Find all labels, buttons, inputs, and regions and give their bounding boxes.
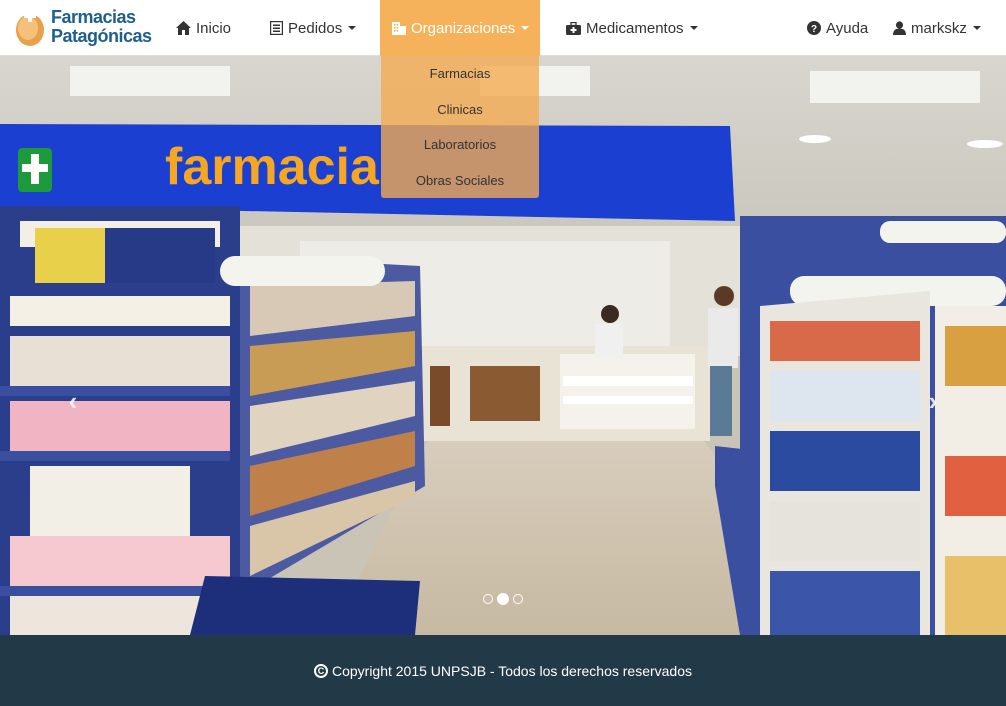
dropdown-item-clinicas[interactable]: Clinicas (381, 96, 539, 132)
nav-medicamentos[interactable]: Medicamentos (566, 0, 698, 56)
dropdown-item-obras-sociales[interactable]: Obras Sociales (381, 167, 539, 203)
svg-text:?: ? (811, 24, 817, 35)
carousel-indicator-3[interactable] (513, 594, 523, 604)
medkit-icon (566, 21, 581, 35)
nav-user-menu[interactable]: markskz (893, 0, 981, 56)
user-icon (893, 21, 906, 35)
chevron-left-icon[interactable]: ‹ (58, 386, 88, 417)
home-icon (176, 21, 191, 35)
brand-line-1: Farmacias (51, 7, 136, 27)
brand-line-2: Patagónicas (51, 26, 152, 46)
list-icon (270, 21, 283, 35)
caret-down-icon (689, 26, 698, 30)
nav-pedidos[interactable]: Pedidos (270, 0, 357, 56)
caret-down-icon (521, 26, 530, 30)
footer-copyright-text: Copyright 2015 UNPSJB - Todos los derech… (331, 662, 693, 679)
nav-organizaciones-label: Organizaciones (411, 19, 516, 37)
carousel-indicators (483, 593, 523, 605)
caret-down-icon (972, 26, 981, 30)
nav-organizaciones[interactable]: Organizaciones (380, 0, 540, 56)
dropdown-item-laboratorios[interactable]: Laboratorios (381, 131, 539, 167)
carousel-indicator-2[interactable] (497, 593, 509, 605)
nav-user-label: markskz (911, 19, 967, 37)
nav-ayuda[interactable]: ? Ayuda (807, 0, 868, 56)
pharmacy-logo-icon (14, 7, 46, 47)
brand-logo-link[interactable]: Farmacias Patagónicas (14, 4, 152, 50)
nav-ayuda-label: Ayuda (826, 19, 869, 37)
footer: C Copyright 2015 UNPSJB - Todos los dere… (0, 635, 1006, 706)
building-icon (392, 21, 406, 35)
navbar: Farmacias Patagónicas Inicio Pedidos Org… (0, 0, 1006, 56)
copyright-icon: C (313, 663, 328, 678)
organizaciones-dropdown-menu: Farmacias Clinicas Laboratorios Obras So… (381, 56, 539, 198)
caret-down-icon (348, 26, 357, 30)
carousel-indicator-1[interactable] (483, 594, 493, 604)
nav-inicio[interactable]: Inicio (176, 0, 231, 56)
nav-medicamentos-label: Medicamentos (586, 19, 684, 37)
dropdown-item-farmacias[interactable]: Farmacias (381, 60, 539, 96)
question-circle-icon: ? (807, 21, 821, 35)
sign-text: farmacia (165, 138, 380, 196)
nav-inicio-label: Inicio (196, 19, 232, 37)
nav-pedidos-label: Pedidos (288, 19, 343, 37)
brand-name: Farmacias Patagónicas (51, 8, 152, 46)
chevron-right-icon[interactable]: › (918, 386, 948, 417)
